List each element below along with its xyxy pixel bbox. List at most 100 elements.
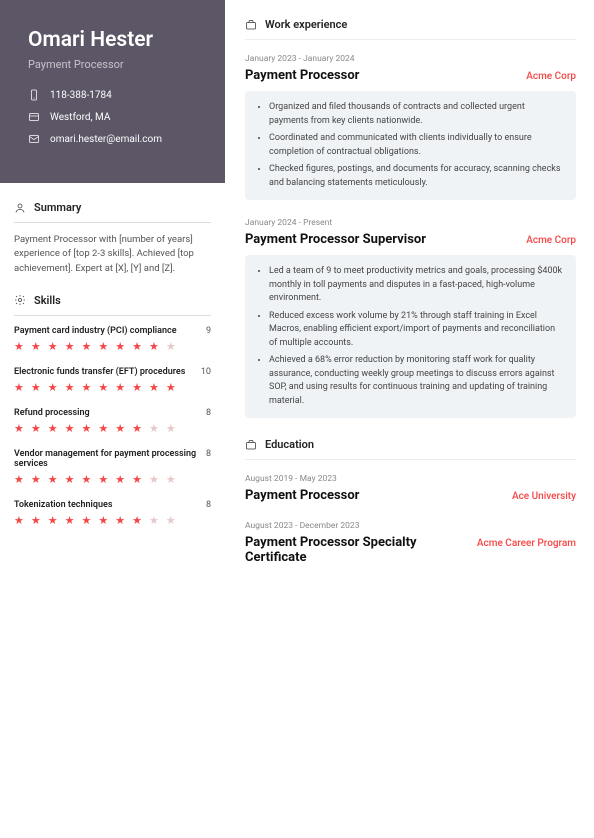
email-icon	[28, 133, 40, 145]
skill-name: Electronic funds transfer (EFT) procedur…	[14, 367, 193, 377]
skill-rating: 8	[206, 408, 211, 418]
entry-dates: January 2023 - January 2024	[245, 54, 576, 64]
star-icon: ★	[65, 381, 75, 394]
skill-item: Refund processing8★★★★★★★★★★	[14, 408, 211, 435]
entry-dates: January 2024 - Present	[245, 218, 576, 228]
star-icon: ★	[31, 340, 41, 353]
education-icon	[245, 439, 257, 451]
entry-org: Acme Corp	[526, 235, 576, 246]
star-icon: ★	[166, 381, 176, 394]
education-heading-text: Education	[265, 438, 314, 451]
star-icon: ★	[149, 514, 159, 527]
star-icon: ★	[14, 381, 24, 394]
summary-heading-text: Summary	[34, 201, 81, 214]
star-icon: ★	[14, 422, 24, 435]
star-icon: ★	[166, 514, 176, 527]
skill-stars: ★★★★★★★★★★	[14, 381, 211, 394]
star-icon: ★	[48, 422, 58, 435]
star-icon: ★	[98, 340, 108, 353]
contacts: 118-388-1784 Westford, MA omari.hester@e…	[28, 89, 205, 145]
skill-stars: ★★★★★★★★★★	[14, 422, 211, 435]
skill-rating: 8	[206, 449, 211, 459]
summary-heading: Summary	[14, 201, 211, 223]
skill-stars: ★★★★★★★★★★	[14, 473, 211, 486]
work-entry: January 2024 - Present Payment Processor …	[245, 218, 576, 418]
work-heading: Work experience	[245, 18, 576, 40]
star-icon: ★	[65, 340, 75, 353]
skill-rating: 10	[201, 367, 211, 377]
star-icon: ★	[48, 340, 58, 353]
skill-item: Payment card industry (PCI) compliance 9 ★…	[14, 326, 211, 353]
entry-org: Ace University	[512, 491, 576, 502]
bullet-item: Organized and filed thousands of contrac…	[269, 101, 564, 128]
entry-bullets: Led a team of 9 to meet productivity met…	[245, 255, 576, 418]
entry-dates: August 2023 - December 2023	[245, 521, 576, 531]
star-icon: ★	[149, 381, 159, 394]
skill-item: Vendor management for payment processing…	[14, 449, 211, 486]
skill-name: Tokenization techniques	[14, 500, 120, 510]
entry-bullets: Organized and filed thousands of contrac…	[245, 91, 576, 200]
star-icon: ★	[82, 340, 92, 353]
star-icon: ★	[115, 473, 125, 486]
location-icon	[28, 111, 40, 123]
work-entries: January 2023 - January 2024 Payment Proce…	[245, 54, 576, 418]
star-icon: ★	[98, 473, 108, 486]
star-icon: ★	[149, 340, 159, 353]
summary-text: Payment Processor with [number of years]…	[14, 233, 211, 276]
skill-rating: 8	[206, 500, 211, 510]
email-text: omari.hester@email.com	[50, 134, 162, 145]
right-column: Work experience January 2023 - January 2…	[225, 0, 594, 838]
star-icon: ★	[65, 514, 75, 527]
star-icon: ★	[132, 514, 142, 527]
star-icon: ★	[166, 340, 176, 353]
star-icon: ★	[115, 422, 125, 435]
skill-item: Electronic funds transfer (EFT) procedur…	[14, 367, 211, 394]
star-icon: ★	[166, 422, 176, 435]
star-icon: ★	[132, 340, 142, 353]
star-icon: ★	[65, 422, 75, 435]
entry-title: Payment Processor Supervisor	[245, 232, 426, 247]
star-icon: ★	[48, 473, 58, 486]
skill-stars: ★★★★★★★★★★	[14, 340, 211, 353]
star-icon: ★	[149, 422, 159, 435]
person-name: Omari Hester	[28, 28, 205, 52]
skill-name: Refund processing	[14, 408, 98, 418]
bullet-item: Checked figures, postings, and documents…	[269, 163, 564, 190]
skill-rating: 9	[206, 326, 211, 336]
left-column: Omari Hester Payment Processor 118-388-1…	[0, 0, 225, 838]
bullet-item: Reduced excess work volume by 21% throug…	[269, 310, 564, 351]
education-entry: August 2023 - December 2023 Payment Proce…	[245, 521, 576, 565]
bullet-item: Coordinated and communicated with client…	[269, 132, 564, 159]
star-icon: ★	[31, 381, 41, 394]
star-icon: ★	[82, 514, 92, 527]
star-icon: ★	[31, 514, 41, 527]
star-icon: ★	[14, 473, 24, 486]
skill-item: Tokenization techniques8★★★★★★★★★★	[14, 500, 211, 527]
location-text: Westford, MA	[50, 112, 110, 123]
star-icon: ★	[31, 422, 41, 435]
education-heading: Education	[245, 438, 576, 460]
contact-location: Westford, MA	[28, 111, 205, 123]
skills-heading: Skills	[14, 294, 211, 316]
skills-heading-text: Skills	[34, 294, 61, 307]
education-entry: August 2019 - May 2023Payment ProcessorA…	[245, 474, 576, 503]
person-title: Payment Processor	[28, 58, 205, 71]
entry-title: Payment Processor Specialty Certificate	[245, 535, 425, 565]
bullet-item: Achieved a 68% error reduction by monito…	[269, 354, 564, 408]
entry-title: Payment Processor	[245, 68, 359, 83]
star-icon: ★	[98, 381, 108, 394]
skills-list: Payment card industry (PCI) compliance 9 ★…	[14, 326, 211, 527]
star-icon: ★	[149, 473, 159, 486]
bullet-item: Led a team of 9 to meet productivity met…	[269, 265, 564, 306]
star-icon: ★	[14, 340, 24, 353]
briefcase-icon	[245, 19, 257, 31]
contact-phone: 118-388-1784	[28, 89, 205, 101]
entry-org: Acme Career Program	[477, 538, 576, 549]
phone-icon	[28, 89, 40, 101]
skill-name: Payment card industry (PCI) compliance	[14, 326, 185, 336]
star-icon: ★	[48, 514, 58, 527]
work-heading-text: Work experience	[265, 18, 347, 31]
entry-title: Payment Processor	[245, 488, 359, 503]
star-icon: ★	[98, 514, 108, 527]
star-icon: ★	[115, 514, 125, 527]
